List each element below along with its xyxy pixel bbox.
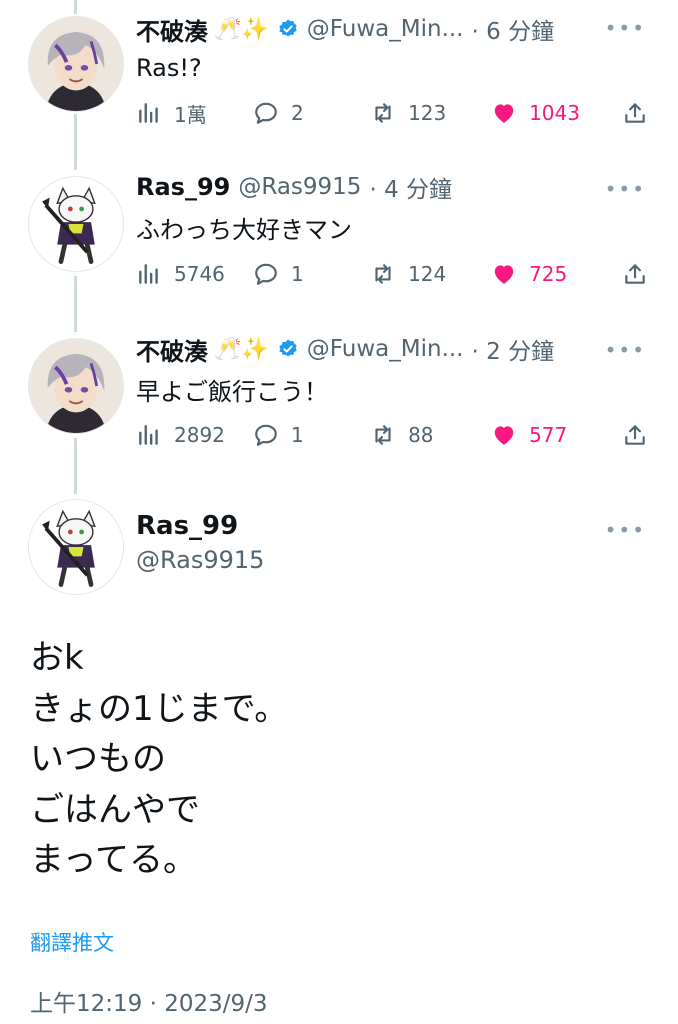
views-button[interactable]: 1萬: [136, 99, 253, 128]
share-button[interactable]: [622, 422, 648, 448]
tweet-text: おk きょの1じまで。 いつもの ごはんやで まってる。: [30, 633, 288, 886]
more-icon[interactable]: •••: [605, 338, 646, 362]
handle[interactable]: @Fuwa_Min...: [307, 16, 464, 42]
like-button[interactable]: 1043: [491, 100, 622, 126]
share-icon: [625, 264, 645, 284]
reply-icon: [255, 424, 277, 446]
display-name[interactable]: 不破湊: [136, 12, 208, 47]
thread-line: [74, 276, 77, 332]
retweet-button[interactable]: 88: [370, 422, 491, 448]
tweet-time[interactable]: · 6 分鐘: [472, 12, 555, 46]
avatar[interactable]: [28, 499, 124, 595]
like-button[interactable]: 577: [491, 422, 622, 448]
heart-icon: [494, 265, 514, 284]
share-icon: [625, 425, 645, 445]
thread-line: [74, 114, 77, 170]
ras-cat-avatar: [29, 177, 123, 271]
tweet-time[interactable]: · 2 分鐘: [472, 332, 555, 366]
tweet-text-line: きょの1じまで。: [30, 688, 289, 729]
views-icon: [139, 103, 158, 123]
tweet-time[interactable]: · 4 分鐘: [369, 170, 452, 204]
views-icon: [139, 264, 158, 284]
retweet-count: 124: [408, 262, 447, 286]
retweet-icon: [375, 425, 391, 445]
ras-cat-avatar: [29, 500, 123, 594]
more-icon[interactable]: •••: [605, 518, 646, 542]
more-icon[interactable]: •••: [605, 16, 646, 40]
thread-line: [74, 438, 77, 494]
tweet-text: 早よご飯行こう！: [136, 378, 328, 406]
reply-count: 1: [291, 262, 304, 286]
reply-button[interactable]: 2: [253, 100, 370, 126]
tweet-text-line: いつもの: [30, 739, 166, 779]
handle[interactable]: @Fuwa_Min...: [307, 336, 464, 362]
tweet-text-line: ごはんやで: [30, 789, 200, 830]
avatar[interactable]: [28, 176, 124, 272]
like-count: 1043: [529, 101, 580, 125]
heart-icon: [494, 426, 514, 445]
fuwa-avatar: [29, 339, 123, 433]
fuwa-avatar: [29, 17, 123, 111]
name-emoji: 🥂✨: [214, 336, 269, 362]
retweet-button[interactable]: 123: [370, 100, 491, 126]
reply-count: 2: [291, 101, 304, 125]
reply-icon: [255, 263, 277, 285]
reply-button[interactable]: 1: [253, 422, 370, 448]
share-button[interactable]: [622, 261, 648, 287]
tweet-text: Ras!?: [136, 54, 202, 82]
views-count: 5746: [174, 262, 225, 286]
more-icon[interactable]: •••: [605, 177, 646, 201]
tweet-text-line: まってる。: [30, 840, 197, 880]
reply-count: 1: [291, 423, 304, 447]
retweet-icon: [375, 103, 391, 123]
like-count: 725: [529, 262, 568, 286]
display-name[interactable]: Ras_99: [136, 173, 230, 201]
display-name[interactable]: 不破湊: [136, 332, 208, 367]
views-icon: [139, 425, 158, 445]
tweet-header: 不破湊 🥂✨ @Fuwa_Min... · 6 分鐘: [136, 12, 554, 46]
thread-line: [74, 0, 77, 14]
like-count: 577: [529, 423, 568, 447]
heart-icon: [494, 104, 514, 123]
tweet-actions: 2892 1 88 577: [136, 417, 648, 453]
views-button[interactable]: 2892: [136, 422, 253, 448]
retweet-icon: [375, 264, 391, 284]
tweet-actions: 1萬 2 123 1043: [136, 95, 648, 131]
tweet-actions: 5746 1 124 725: [136, 256, 648, 292]
like-button[interactable]: 725: [491, 261, 622, 287]
retweet-count: 123: [408, 101, 447, 125]
avatar[interactable]: [28, 338, 124, 434]
share-icon: [625, 103, 645, 123]
reply-icon: [255, 102, 277, 124]
views-button[interactable]: 5746: [136, 261, 253, 287]
share-button[interactable]: [622, 100, 648, 126]
avatar[interactable]: [28, 16, 124, 112]
views-count: 1萬: [174, 102, 207, 127]
views-count: 2892: [174, 423, 225, 447]
retweet-button[interactable]: 124: [370, 261, 491, 287]
name-emoji: 🥂✨: [214, 16, 269, 42]
tweet-header: 不破湊 🥂✨ @Fuwa_Min... · 2 分鐘: [136, 332, 554, 366]
translate-link[interactable]: 翻譯推文: [30, 927, 114, 957]
tweet-text-line: おk: [30, 638, 84, 678]
verified-icon: [279, 19, 297, 37]
verified-icon: [279, 339, 297, 357]
reply-button[interactable]: 1: [253, 261, 370, 287]
tweet-timestamp[interactable]: 上午12:19 · 2023/9/3: [30, 984, 268, 1018]
tweet-header: Ras_99 @Ras9915 · 4 分鐘: [136, 170, 452, 204]
handle[interactable]: @Ras9915: [238, 174, 361, 200]
retweet-count: 88: [408, 423, 434, 447]
tweet-text: ふわっち大好きマン: [136, 216, 352, 244]
handle[interactable]: @Ras9915: [136, 546, 264, 574]
display-name[interactable]: Ras_99: [136, 511, 238, 541]
